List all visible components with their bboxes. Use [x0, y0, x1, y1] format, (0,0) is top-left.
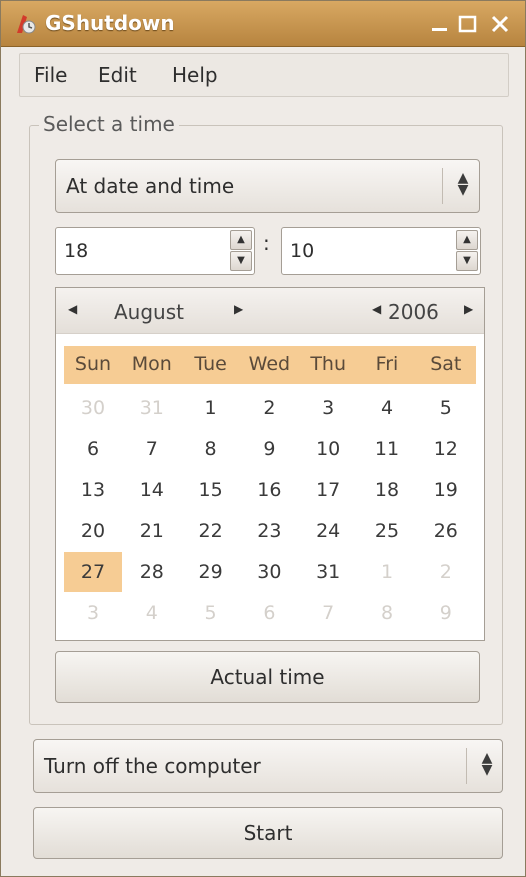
weekday-label: Wed	[248, 353, 291, 375]
calendar-day[interactable]: 9	[417, 593, 475, 633]
calendar-day[interactable]: 10	[299, 429, 357, 469]
hour-decrement-button[interactable]: ▼	[230, 251, 252, 271]
calendar-day[interactable]: 5	[182, 593, 240, 633]
calendar: ◀ August ▶ ◀ 2006 ▶ Sun Mon Tue Wed Thu Fri Sa…	[55, 287, 485, 641]
calendar-day[interactable]: 6	[64, 429, 122, 469]
calendar-day[interactable]: 19	[417, 470, 475, 510]
start-button[interactable]: Start	[33, 807, 503, 859]
menu-file[interactable]: File	[34, 63, 67, 87]
calendar-day[interactable]: 1	[358, 552, 416, 592]
calendar-day[interactable]: 27	[64, 552, 122, 592]
calendar-day[interactable]: 1	[182, 388, 240, 428]
weekday-label: Thu	[310, 353, 347, 375]
calendar-day[interactable]: 15	[182, 470, 240, 510]
time-mode-value: At date and time	[66, 174, 235, 198]
calendar-day[interactable]: 3	[64, 593, 122, 633]
menu-help[interactable]: Help	[172, 63, 218, 87]
calendar-day[interactable]: 31	[123, 388, 181, 428]
calendar-day[interactable]: 7	[123, 429, 181, 469]
minute-value: 10	[290, 240, 315, 262]
calendar-day[interactable]: 25	[358, 511, 416, 551]
calendar-day[interactable]: 9	[240, 429, 298, 469]
menu-edit[interactable]: Edit	[98, 63, 137, 87]
calendar-year: 2006	[388, 300, 439, 324]
combo-separator	[466, 748, 467, 784]
weekday-header-row: Sun Mon Tue Wed Thu Fri Sat	[64, 346, 476, 384]
calendar-month: August	[114, 300, 184, 324]
calendar-day[interactable]: 12	[417, 429, 475, 469]
weekday-label: Fri	[375, 353, 399, 375]
calendar-day[interactable]: 8	[358, 593, 416, 633]
hour-increment-button[interactable]: ▲	[230, 230, 252, 250]
actual-time-button[interactable]: Actual time	[55, 651, 480, 703]
calendar-day[interactable]: 28	[123, 552, 181, 592]
calendar-day[interactable]: 2	[240, 388, 298, 428]
weekday-label: Sat	[430, 353, 462, 375]
calendar-day[interactable]: 11	[358, 429, 416, 469]
calendar-header: ◀ August ▶ ◀ 2006 ▶	[56, 288, 484, 334]
calendar-day[interactable]: 16	[240, 470, 298, 510]
combo-separator	[442, 168, 443, 204]
calendar-day[interactable]: 29	[182, 552, 240, 592]
hour-spin-buttons: ▲ ▼	[230, 230, 252, 272]
minute-decrement-button[interactable]: ▼	[456, 251, 478, 271]
calendar-day[interactable]: 7	[299, 593, 357, 633]
weekday-label: Sun	[74, 353, 112, 375]
gshutdown-icon	[13, 11, 37, 37]
weekday-label: Mon	[131, 353, 172, 375]
close-icon[interactable]	[489, 13, 511, 35]
calendar-day[interactable]: 3	[299, 388, 357, 428]
calendar-day[interactable]: 21	[123, 511, 181, 551]
minimize-icon[interactable]	[429, 13, 451, 35]
maximize-icon[interactable]	[457, 13, 479, 35]
menu-bar: File Edit Help	[19, 53, 509, 97]
calendar-day[interactable]: 30	[240, 552, 298, 592]
calendar-day[interactable]: 31	[299, 552, 357, 592]
calendar-day[interactable]: 5	[417, 388, 475, 428]
window-title: GShutdown	[45, 11, 175, 35]
calendar-day[interactable]: 23	[240, 511, 298, 551]
prev-year-icon[interactable]: ◀	[372, 302, 381, 316]
action-combo[interactable]: Turn off the computer ▲ ▼	[33, 739, 503, 793]
minute-spin-buttons: ▲ ▼	[456, 230, 478, 272]
calendar-day[interactable]: 6	[240, 593, 298, 633]
updown-arrows-icon: ▲ ▼	[481, 750, 493, 778]
calendar-day[interactable]: 17	[299, 470, 357, 510]
next-year-icon[interactable]: ▶	[464, 302, 473, 316]
calendar-day[interactable]: 4	[358, 388, 416, 428]
next-month-icon[interactable]: ▶	[234, 302, 243, 316]
prev-month-icon[interactable]: ◀	[68, 302, 77, 316]
frame-label: Select a time	[39, 112, 179, 136]
calendar-day[interactable]: 24	[299, 511, 357, 551]
calendar-day[interactable]: 14	[123, 470, 181, 510]
title-bar[interactable]: GShutdown	[1, 1, 525, 47]
gshutdown-window: GShutdown File Edit Help Select a time A…	[0, 0, 526, 877]
minute-spinbutton[interactable]: 10 ▲ ▼	[281, 227, 481, 275]
calendar-day[interactable]: 18	[358, 470, 416, 510]
hour-value: 18	[64, 240, 89, 262]
hour-spinbutton[interactable]: 18 ▲ ▼	[55, 227, 255, 275]
time-separator: :	[263, 231, 270, 255]
calendar-day[interactable]: 30	[64, 388, 122, 428]
calendar-day[interactable]: 22	[182, 511, 240, 551]
minute-increment-button[interactable]: ▲	[456, 230, 478, 250]
calendar-day[interactable]: 20	[64, 511, 122, 551]
calendar-day[interactable]: 26	[417, 511, 475, 551]
action-value: Turn off the computer	[44, 754, 261, 778]
calendar-day[interactable]: 8	[182, 429, 240, 469]
time-mode-combo[interactable]: At date and time ▲ ▼	[55, 159, 480, 213]
calendar-day[interactable]: 4	[123, 593, 181, 633]
calendar-day[interactable]: 13	[64, 470, 122, 510]
calendar-day[interactable]: 2	[417, 552, 475, 592]
updown-arrows-icon: ▲ ▼	[457, 170, 469, 198]
weekday-label: Tue	[194, 353, 227, 375]
